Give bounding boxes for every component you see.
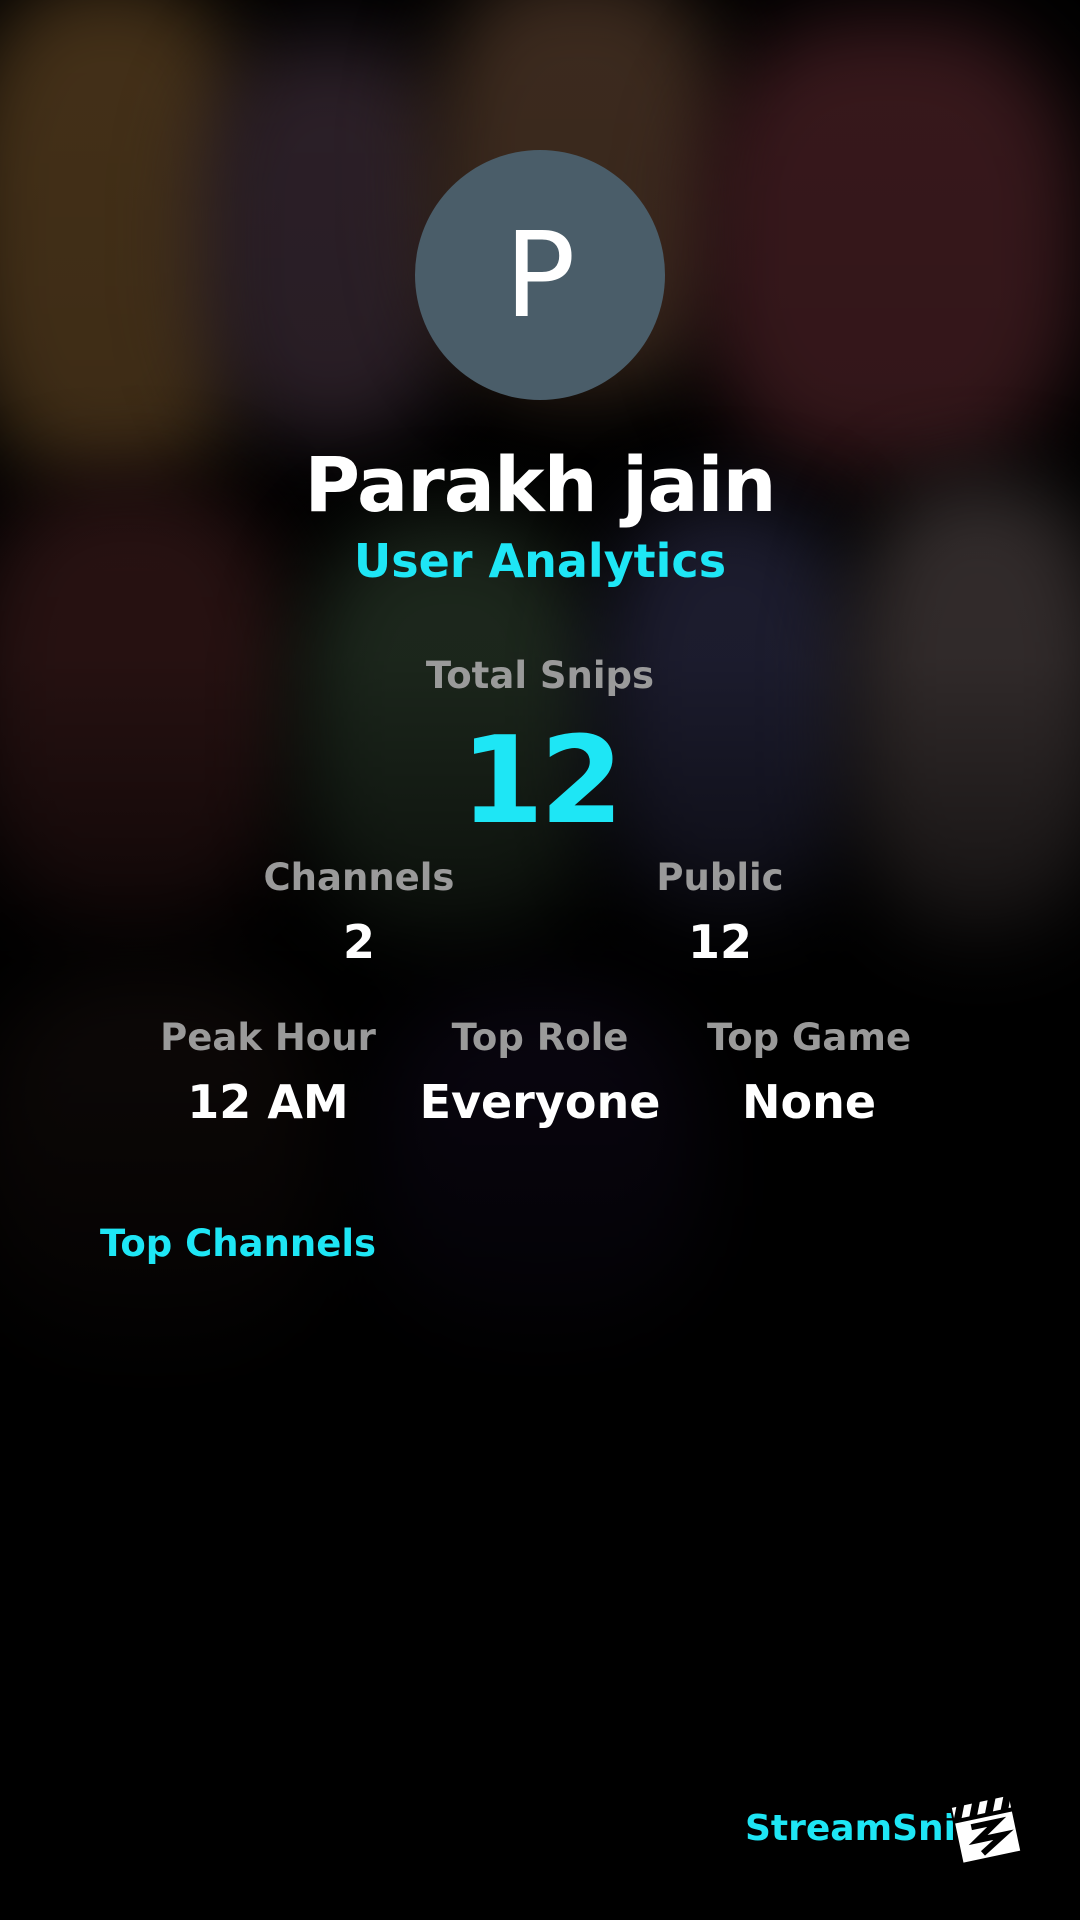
stat-label: Peak Hour [160, 1016, 376, 1059]
stat-value: 12 [687, 915, 752, 969]
stat-value: 2 [342, 915, 375, 969]
stat-label: Top Role [451, 1016, 629, 1059]
brand-name: StreamSnip [745, 1808, 982, 1849]
stat-value: 12 AM [187, 1075, 349, 1129]
stat-value: None [741, 1075, 877, 1129]
total-snips-value: 12 [460, 712, 624, 851]
stat-channels: Channels 2 [209, 856, 509, 969]
stat-top-game: Top Game None [659, 1016, 959, 1129]
brand-footer: StreamSnip [700, 1790, 1030, 1870]
avatar: P [415, 150, 665, 400]
stat-value: Everyone [419, 1075, 661, 1129]
stat-label: Channels [263, 856, 455, 899]
stat-label: Top Game [706, 1016, 912, 1059]
stat-peak-hour: Peak Hour 12 AM [118, 1016, 418, 1129]
stat-public: Public 12 [570, 856, 870, 969]
clapperboard-icon [949, 1793, 1023, 1865]
user-name: Parakh jain [304, 440, 776, 529]
avatar-initial: P [504, 206, 576, 344]
top-channels-heading: Top Channels [100, 1222, 377, 1265]
stat-label: Public [656, 856, 784, 899]
total-snips-label: Total Snips [425, 654, 655, 697]
page-subtitle: User Analytics [353, 534, 727, 588]
stat-top-role: Top Role Everyone [390, 1016, 690, 1129]
